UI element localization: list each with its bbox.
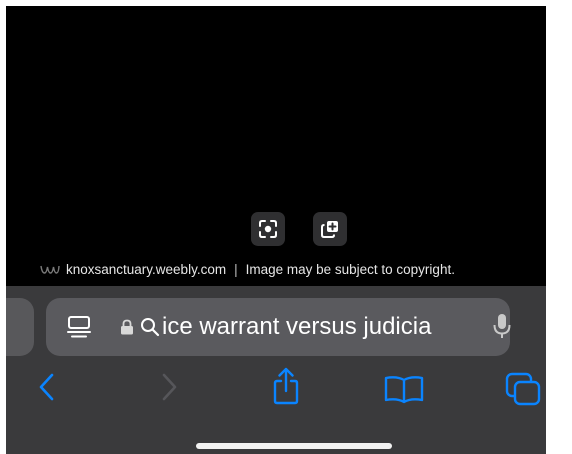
home-indicator bbox=[196, 443, 392, 449]
microphone-icon[interactable] bbox=[493, 313, 511, 341]
separator: | bbox=[234, 261, 238, 277]
forward-icon[interactable] bbox=[158, 372, 180, 402]
weebly-logo-icon bbox=[40, 265, 60, 274]
source-domain[interactable]: knoxsanctuary.weebly.com bbox=[66, 262, 226, 277]
bottom-toolbar: ice warrant versus judicia bbox=[6, 286, 546, 454]
address-bar[interactable]: ice warrant versus judicia bbox=[46, 298, 511, 356]
back-icon[interactable] bbox=[36, 372, 58, 402]
image-source-line[interactable]: knoxsanctuary.weebly.com | Image may be … bbox=[40, 260, 455, 278]
bookmarks-icon[interactable] bbox=[383, 374, 425, 404]
safari-window: knoxsanctuary.weebly.com | Image may be … bbox=[6, 6, 546, 454]
visual-lookup-button[interactable] bbox=[251, 212, 285, 246]
share-icon[interactable] bbox=[270, 366, 302, 406]
plus-square-on-square-icon bbox=[321, 221, 338, 238]
copy-subject-button[interactable] bbox=[313, 212, 347, 246]
search-icon bbox=[141, 318, 160, 337]
address-query-text[interactable]: ice warrant versus judicia bbox=[162, 310, 480, 344]
tabs-icon[interactable] bbox=[504, 371, 544, 407]
reader-mode-icon[interactable] bbox=[66, 315, 92, 339]
copyright-notice: Image may be subject to copyright. bbox=[245, 261, 455, 277]
lock-icon bbox=[121, 319, 133, 335]
previous-tab-peek[interactable] bbox=[6, 298, 34, 356]
image-preview[interactable]: knoxsanctuary.weebly.com | Image may be … bbox=[6, 6, 546, 286]
viewfinder-face-icon bbox=[259, 220, 277, 238]
